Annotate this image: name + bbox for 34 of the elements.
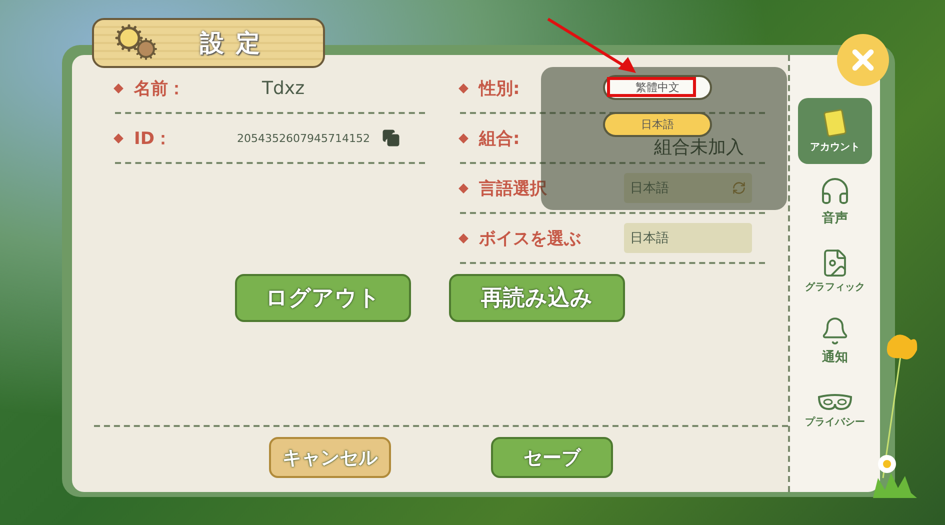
field-label: ID： [134,128,172,150]
sidebar-tab[interactable]: 音声 [798,168,872,234]
sidebar-tab[interactable]: グラフィック [798,238,872,304]
field-value: Tdxz [262,78,305,98]
field-label: 名前： [134,78,186,100]
language-select[interactable]: 日本語 [624,173,752,203]
title-plank: 設定 [92,18,325,68]
language-option[interactable]: 日本語 [603,112,712,137]
footer-button[interactable]: セーブ [491,437,613,478]
field-label: ボイスを選ぶ [479,228,582,250]
action-button[interactable]: 再読み込み [449,274,625,322]
field-label: 組合: [479,128,521,150]
field-label: 性別: [479,78,521,100]
copy-icon[interactable] [382,129,400,147]
bullet-icon [458,183,468,193]
sidebar-tab[interactable]: 通知 [798,308,872,374]
sidebar-tab[interactable]: プライバシー [798,378,872,444]
refresh-icon [732,181,746,195]
bullet-icon [114,83,124,93]
field-value: 2054352607945714152 [237,132,370,144]
language-option[interactable]: 繁體中文 [603,75,712,100]
headphones-icon [819,175,851,207]
bullet-icon [114,133,124,143]
action-button[interactable]: ログアウト [235,274,411,322]
voice-field[interactable]: 日本語 [624,223,752,253]
bullet-icon [458,83,468,93]
sidebar-tab[interactable]: アカウント [798,98,872,164]
gears-icon [114,23,160,63]
close-button[interactable] [837,34,889,86]
field-value: 組合未加入 [654,136,744,160]
bell-icon [820,316,850,346]
bullet-icon [458,233,468,243]
mask-icon [817,393,853,413]
bullet-icon [458,133,468,143]
